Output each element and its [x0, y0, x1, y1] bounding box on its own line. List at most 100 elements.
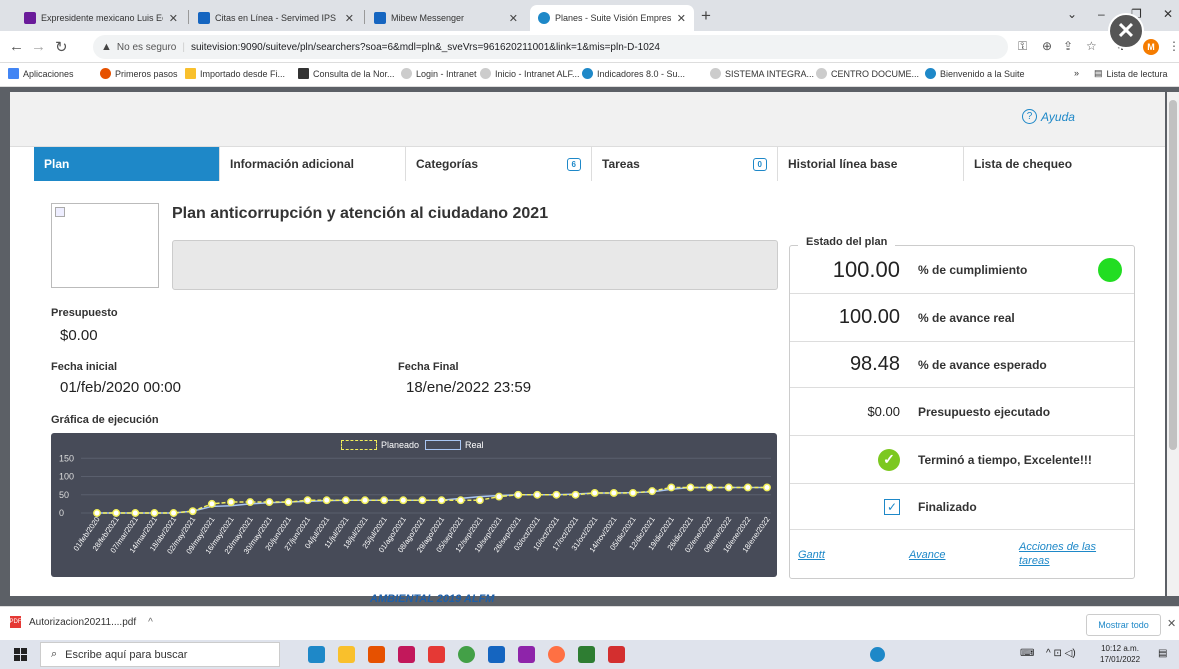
plan-modal: ? Ayuda Plan Información adicional Catego…	[10, 92, 1165, 596]
profile-avatar[interactable]: M	[1143, 39, 1159, 55]
reading-list[interactable]: ▤ Lista de lectura	[1094, 68, 1168, 79]
scrollbar[interactable]	[1167, 92, 1179, 596]
description-textarea[interactable]	[172, 240, 778, 290]
close-window-icon[interactable]: ✕	[1163, 7, 1173, 21]
data-point-planeado	[552, 490, 561, 499]
data-point-planeado	[609, 488, 618, 497]
minimize-icon[interactable]: –	[1098, 7, 1105, 21]
globe-icon	[480, 68, 491, 79]
globe-icon	[582, 68, 593, 79]
edge-icon[interactable]	[308, 646, 325, 663]
tray-icons[interactable]: ^ ⊡ ◁)	[1046, 648, 1076, 659]
data-point-planeado	[284, 498, 293, 507]
close-download-bar-icon[interactable]: ✕	[1167, 617, 1176, 630]
browser-tab[interactable]: Expresidente mexicano Luis Eche ✕	[16, 5, 186, 31]
bookmark-item[interactable]: Aplicaciones	[8, 68, 74, 79]
show-all-button[interactable]: Mostrar todo	[1086, 614, 1161, 636]
zoom-icon[interactable]: ⊕	[1042, 39, 1052, 53]
bookmark-item[interactable]: Consulta de la Nor...	[298, 68, 395, 79]
keyboard-icon[interactable]: ⌨	[1020, 648, 1034, 659]
chrome-icon[interactable]	[458, 646, 475, 663]
data-point-planeado	[150, 509, 159, 517]
avance-link[interactable]: Avance	[909, 549, 946, 561]
presupuesto-ejecutado-label: Presupuesto ejecutado	[918, 404, 1051, 419]
key-icon[interactable]: ⚿	[1018, 39, 1027, 54]
close-tab-icon[interactable]: ✕	[169, 12, 178, 25]
tab-tareas[interactable]: Tareas 0	[592, 147, 778, 181]
chevron-down-icon[interactable]: ⌄	[1067, 7, 1077, 21]
acrobat-icon[interactable]	[428, 646, 445, 663]
tab-informacion-adicional[interactable]: Información adicional	[220, 147, 406, 181]
bookmark-item[interactable]: Importado desde Fi...	[185, 68, 285, 79]
app-icon[interactable]	[518, 646, 535, 663]
firefox-icon	[100, 68, 111, 79]
help-tray-icon[interactable]	[870, 647, 885, 662]
outlook-icon[interactable]	[368, 646, 385, 663]
status-row-presupuesto: $0.00 Presupuesto ejecutado	[790, 388, 1134, 436]
new-tab-icon[interactable]: +	[701, 6, 711, 26]
excel-icon[interactable]	[578, 646, 595, 663]
avance-real-label: % de avance real	[918, 310, 1015, 325]
taskbar-search[interactable]: ⌕ Escribe aquí para buscar	[40, 642, 280, 667]
browser-tab[interactable]: Citas en Línea - Servimed IPS S.A ✕	[190, 5, 362, 31]
bookmark-item[interactable]: SISTEMA INTEGRA...	[710, 68, 814, 79]
close-tab-icon[interactable]: ✕	[345, 12, 354, 25]
back-icon[interactable]: ←	[9, 38, 24, 55]
browser-tab-active[interactable]: Planes - Suite Visión Empresarial ✕	[530, 5, 694, 31]
data-point-planeado	[648, 487, 657, 496]
close-tab-icon[interactable]: ✕	[509, 12, 518, 25]
close-tab-icon[interactable]: ✕	[677, 12, 686, 25]
count-badge: 6	[566, 157, 581, 171]
close-modal-button[interactable]: ✕	[1108, 13, 1144, 49]
data-point-planeado	[169, 509, 178, 517]
series-line-planeado	[97, 486, 767, 514]
forward-icon[interactable]: →	[31, 38, 46, 55]
pdf-reader-icon[interactable]	[608, 646, 625, 663]
y-tick-label: 50	[59, 490, 69, 500]
powerpoint-icon[interactable]	[398, 646, 415, 663]
data-point-planeado	[724, 483, 733, 492]
firefox-icon[interactable]	[548, 646, 565, 663]
tab-categorias[interactable]: Categorías 6	[406, 147, 592, 181]
acciones-tareas-link[interactable]: Acciones de las tareas	[1019, 540, 1119, 568]
finalizado-checkbox[interactable]: ✓	[884, 498, 900, 515]
menu-icon[interactable]: ⋮	[1168, 39, 1179, 53]
y-tick-label: 150	[59, 453, 74, 463]
download-item[interactable]: PDF Autorizacion20211....pdf ^	[10, 616, 153, 628]
data-point-planeado	[246, 498, 255, 507]
reload-icon[interactable]: ↻	[55, 38, 68, 56]
bookmark-item[interactable]: Bienvenido a la Suite	[925, 68, 1025, 79]
bookmark-item[interactable]: Indicadores 8.0 - Su...	[582, 68, 685, 79]
bookmark-item[interactable]: Primeros pasos	[100, 68, 178, 79]
scrollbar-thumb[interactable]	[1169, 100, 1177, 450]
folder-icon	[185, 68, 196, 79]
bookmark-item[interactable]: Login - Intranet	[401, 68, 477, 79]
word-icon[interactable]	[488, 646, 505, 663]
check-circle-icon: ✓	[878, 448, 900, 471]
execution-chart: Planeado Real 0 50 100 150 01/feb/2020 28/feb…	[51, 433, 777, 577]
data-point-planeado	[533, 490, 542, 499]
share-icon[interactable]: ⇪	[1063, 39, 1073, 53]
star-icon[interactable]: ☆	[1086, 39, 1097, 53]
tab-plan[interactable]: Plan	[34, 147, 220, 181]
help-link[interactable]: ? Ayuda	[1022, 109, 1075, 124]
notifications-icon[interactable]: ▤	[1158, 648, 1167, 659]
tab-historial-linea-base[interactable]: Historial línea base	[778, 147, 964, 181]
bookmark-item[interactable]: CENTRO DOCUME...	[816, 68, 919, 79]
avance-esperado-value: 98.48	[849, 353, 900, 375]
tab-lista-de-chequeo[interactable]: Lista de chequeo	[964, 147, 1151, 181]
windows-start-icon[interactable]	[14, 648, 27, 661]
file-explorer-icon[interactable]	[338, 646, 355, 663]
status-panel-title: Estado del plan	[798, 236, 896, 248]
chevron-up-icon[interactable]: ^	[148, 617, 153, 628]
more-bookmarks[interactable]: »	[1074, 68, 1079, 78]
url-field[interactable]: ▲ No es seguro | suitevision:9090/suitev…	[93, 35, 1008, 59]
bookmark-item[interactable]: Inicio - Intranet ALF...	[480, 68, 580, 79]
gantt-link[interactable]: Gantt	[798, 549, 825, 561]
status-row-finalizado: ✓ Finalizado	[790, 484, 1134, 530]
taskbar-clock[interactable]: 10:12 a.m. 17/01/2022	[1100, 643, 1140, 665]
status-row-result: ✓ Terminó a tiempo, Excelente!!!	[790, 436, 1134, 484]
data-point-planeado	[341, 496, 350, 505]
bookmarks-bar: Aplicaciones Primeros pasos Importado de…	[0, 63, 1179, 87]
browser-tab[interactable]: Mibew Messenger ✕	[366, 5, 526, 31]
